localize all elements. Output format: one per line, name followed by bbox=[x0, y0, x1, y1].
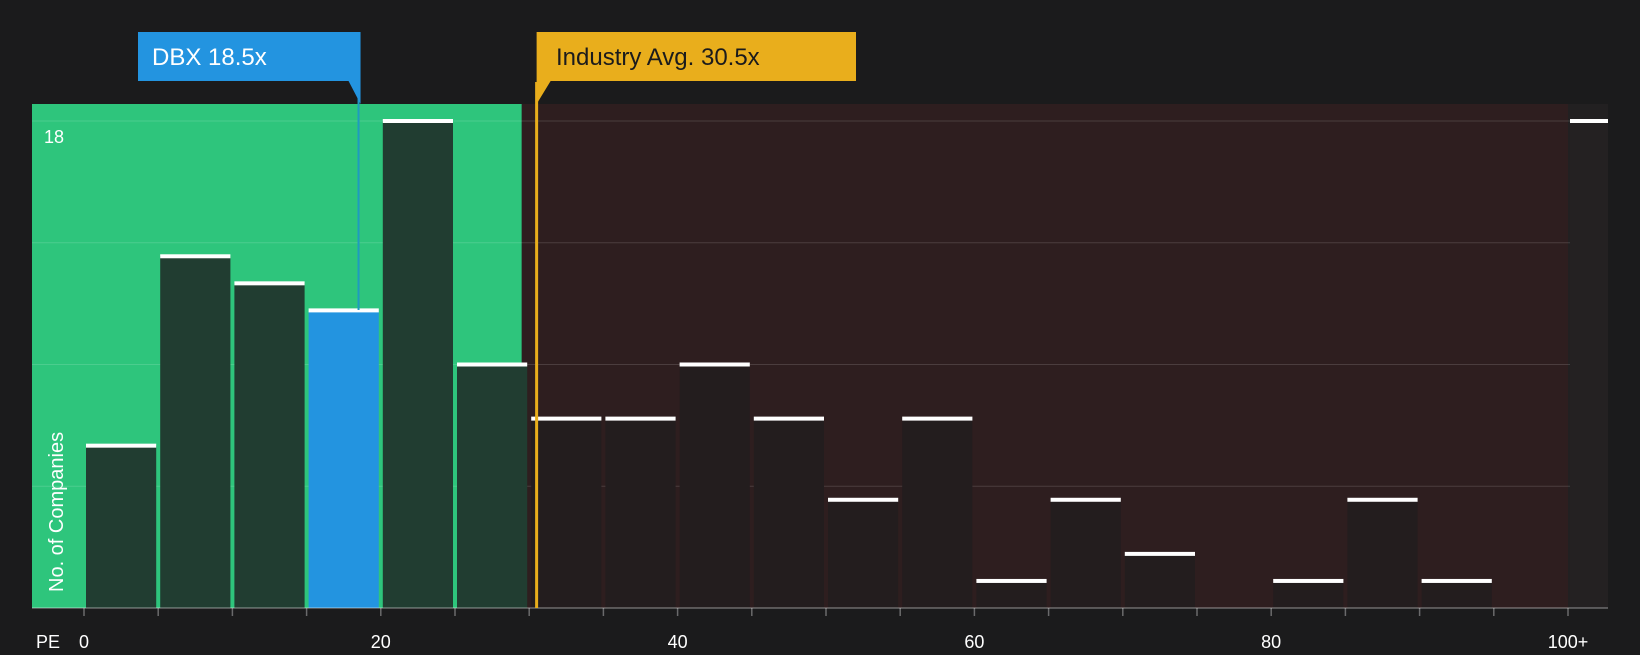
bar-cap bbox=[86, 443, 157, 448]
histogram-bar bbox=[753, 418, 824, 608]
x-axis-title: PE bbox=[36, 632, 60, 650]
bar-cap bbox=[1124, 551, 1195, 556]
bar-cap bbox=[976, 578, 1047, 583]
histogram-bar bbox=[605, 418, 676, 608]
x-tick-label: 60 bbox=[964, 632, 984, 650]
y-axis-title: No. of Companies bbox=[46, 432, 68, 592]
x-tick-label: 0 bbox=[79, 632, 89, 650]
bar-cap bbox=[1347, 497, 1418, 502]
x-tick-label: 100+ bbox=[1548, 632, 1589, 650]
histogram-bar bbox=[160, 256, 231, 608]
bar-cap bbox=[1273, 578, 1344, 583]
histogram-bar bbox=[382, 121, 453, 608]
y-tick-label: 18 bbox=[44, 127, 64, 147]
company-pe-callout: DBX 18.5x bbox=[138, 32, 361, 104]
bar-cap bbox=[902, 416, 973, 421]
bar-cap bbox=[753, 416, 824, 421]
bar-cap bbox=[160, 254, 231, 259]
bar-cap bbox=[234, 281, 305, 286]
x-tick-label: 20 bbox=[371, 632, 391, 650]
bar-cap bbox=[828, 497, 899, 502]
bar-cap bbox=[679, 362, 750, 367]
bar-cap bbox=[382, 119, 453, 123]
histogram-bar bbox=[234, 283, 305, 608]
bar-cap bbox=[531, 416, 602, 421]
histogram-bar bbox=[828, 499, 899, 608]
histogram-bar bbox=[976, 580, 1047, 608]
company-callout-label: DBX 18.5x bbox=[152, 44, 267, 71]
histogram-bar bbox=[902, 418, 973, 608]
histogram-bar bbox=[1273, 580, 1344, 608]
histogram-bar bbox=[1347, 499, 1418, 608]
bar-cap bbox=[605, 416, 676, 421]
industry-callout-label: Industry Avg. 30.5x bbox=[556, 44, 760, 71]
histogram-bar bbox=[86, 445, 157, 608]
bar-cap bbox=[1570, 119, 1608, 123]
x-axis: 0 20 40 60 80 100+ bbox=[32, 607, 1608, 652]
histogram-bar bbox=[1421, 580, 1492, 608]
bar-cap bbox=[457, 362, 528, 367]
bar-cap bbox=[1050, 497, 1121, 502]
x-tick-label: 80 bbox=[1261, 632, 1281, 650]
histogram-bar bbox=[679, 364, 750, 608]
histogram-bar bbox=[1050, 499, 1121, 608]
bar-cap bbox=[1421, 578, 1492, 583]
histogram-bar bbox=[308, 310, 379, 608]
histogram-bar bbox=[531, 418, 602, 608]
x-tick-label: 40 bbox=[668, 632, 688, 650]
bar-cap bbox=[308, 308, 379, 313]
industry-average-callout: Industry Avg. 30.5x bbox=[536, 32, 856, 104]
histogram-bar bbox=[457, 364, 528, 608]
histogram-bar bbox=[1124, 553, 1195, 608]
pe-distribution-chart: 0 20 40 60 80 100+ 18 No. of Companies PE DBX… bbox=[0, 0, 1640, 652]
chart-svg: 0 20 40 60 80 100+ 18 No. of Companies PE DBX… bbox=[32, 32, 1608, 652]
histogram-bar bbox=[1570, 121, 1608, 608]
